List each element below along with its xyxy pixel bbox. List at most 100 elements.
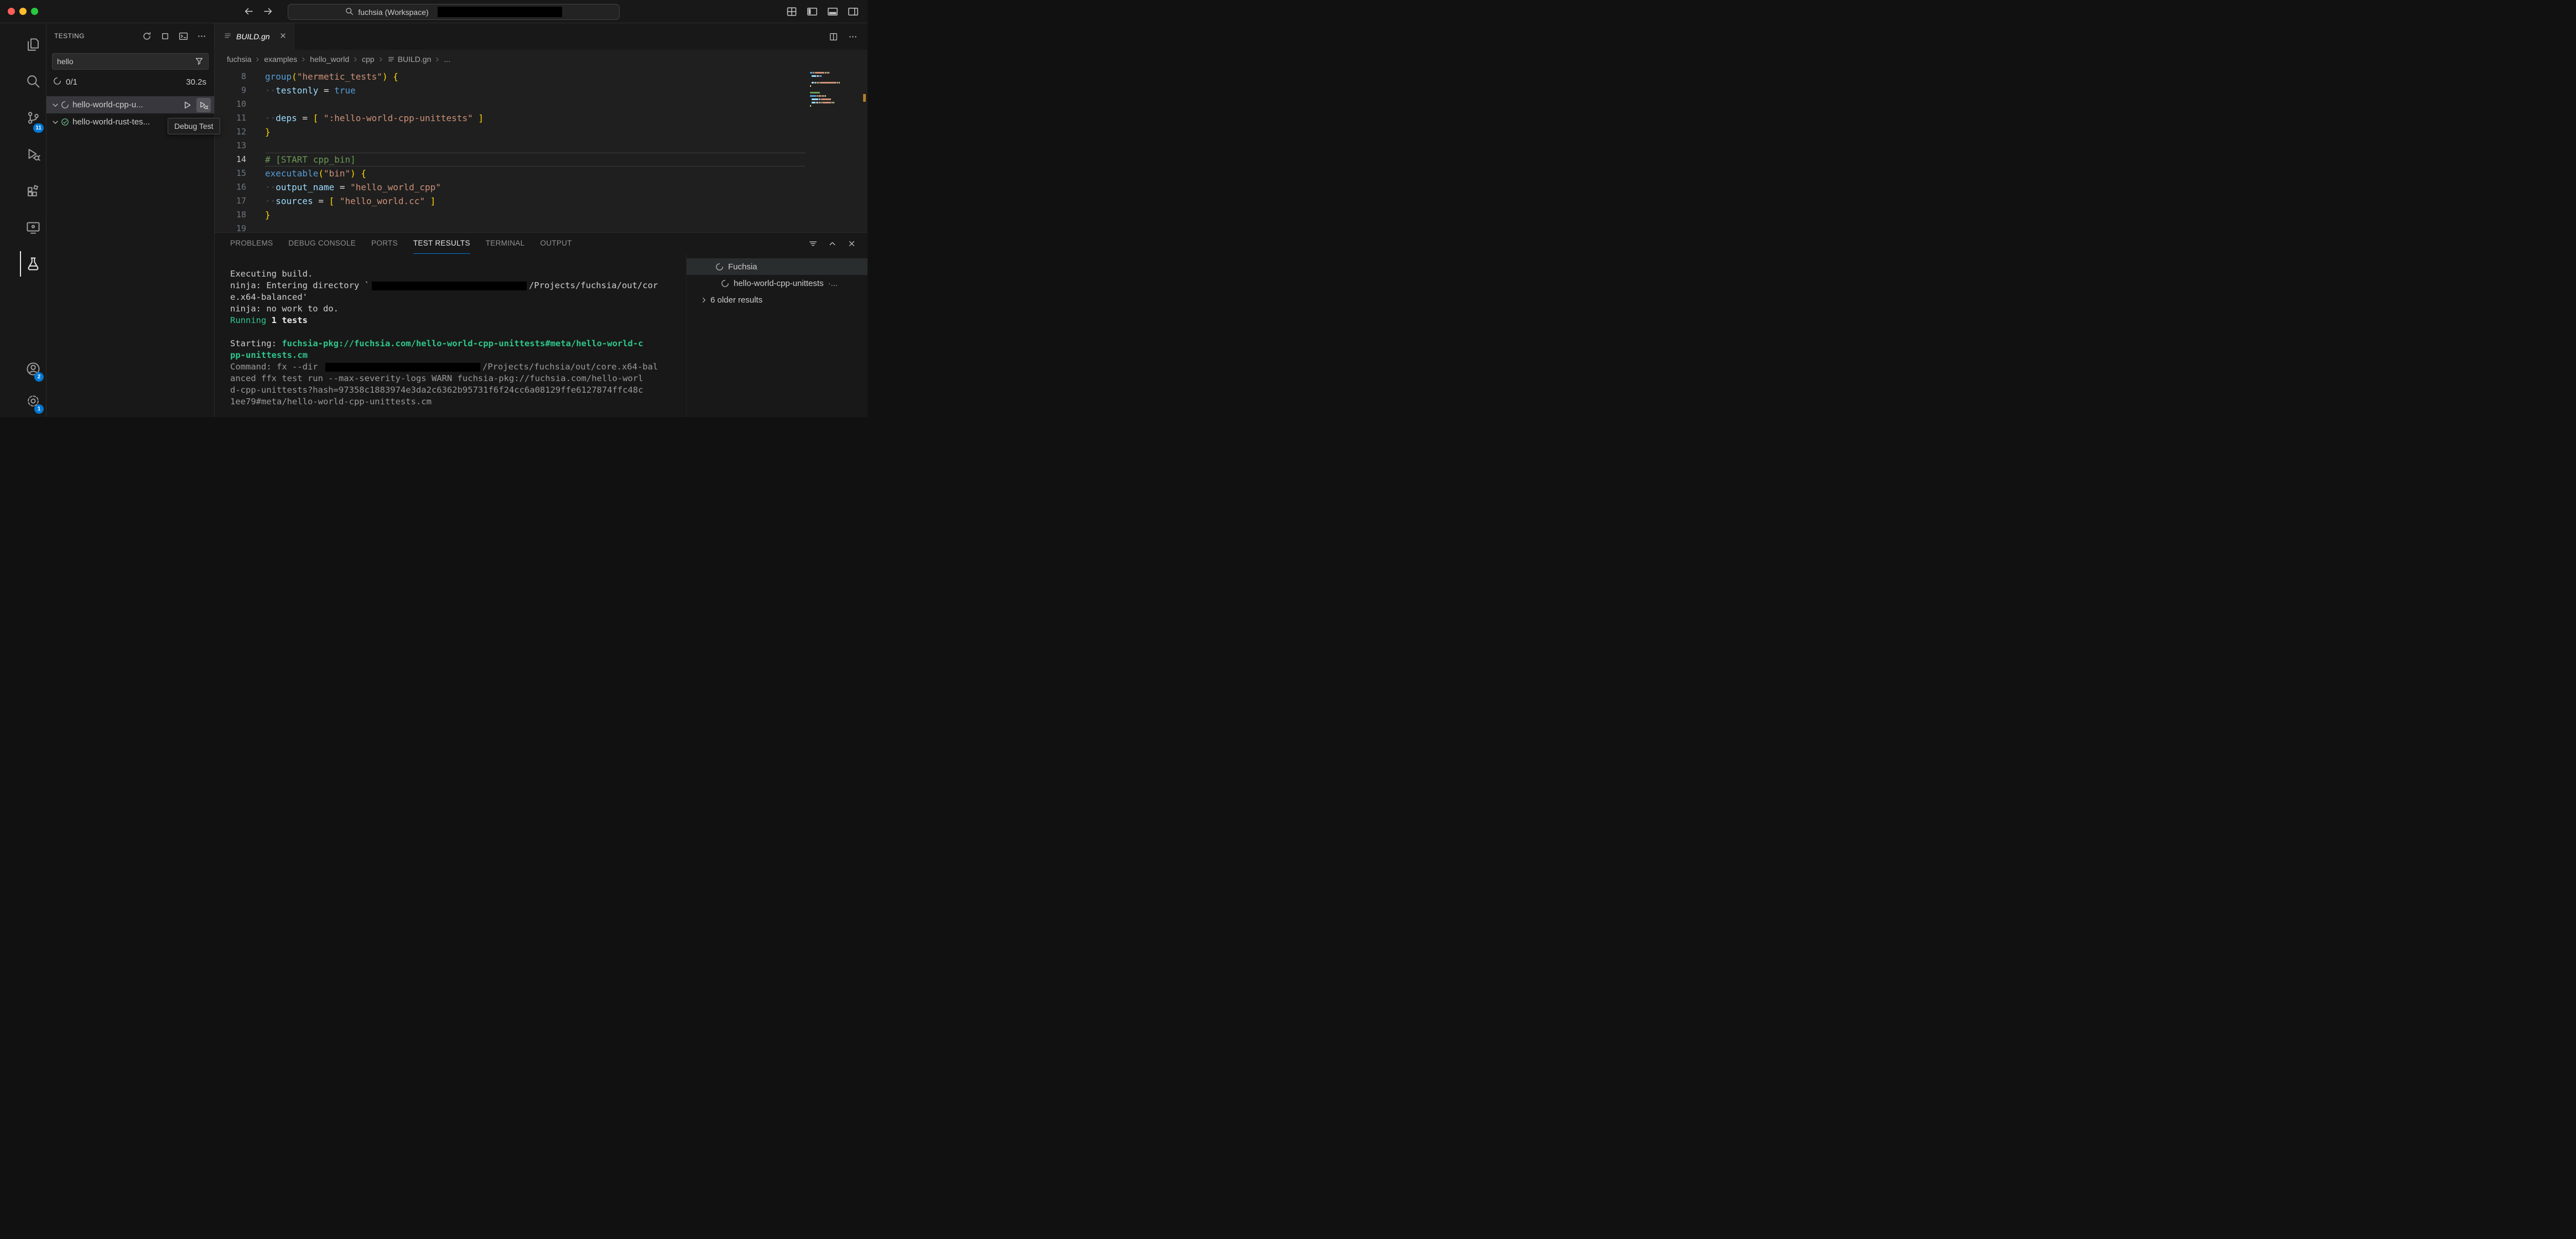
split-editor-button[interactable]: [829, 32, 838, 41]
code-line[interactable]: 14# [START cpp_bin]: [215, 153, 868, 166]
older-results-toggle[interactable]: 6 older results: [687, 291, 868, 308]
test-output[interactable]: Executing build.ninja: Entering director…: [215, 254, 686, 417]
code-text: [265, 97, 806, 111]
result-test-item[interactable]: hello-world-cpp-unittests·...: [687, 275, 868, 291]
code-line[interactable]: 16··output_name = "hello_world_cpp": [215, 180, 868, 194]
debug-test-tooltip: Debug Test: [168, 118, 220, 134]
close-panel-button[interactable]: [847, 239, 856, 248]
breadcrumb-item[interactable]: BUILD.gn: [387, 55, 432, 64]
fullscreen-window-button[interactable]: [31, 8, 38, 15]
chevron-right-icon: [352, 56, 359, 63]
close-tab-button[interactable]: [279, 32, 287, 40]
run-test-button[interactable]: [180, 98, 194, 112]
twisty-button[interactable]: [51, 118, 60, 127]
breadcrumb-item[interactable]: hello_world: [310, 55, 349, 64]
code-editor[interactable]: 8group("hermetic_tests") {9··testonly = …: [215, 69, 868, 232]
files-icon: [26, 38, 40, 52]
test-name: hello-world-cpp-u...: [72, 100, 143, 110]
activity-item-manage[interactable]: 1: [0, 385, 46, 417]
result-run-root[interactable]: Fuchsia: [687, 258, 868, 275]
output-line: anced ffx test run --max-severity-logs W…: [230, 373, 686, 384]
forward-button[interactable]: [263, 6, 273, 17]
breadcrumb-item[interactable]: ...: [444, 55, 450, 64]
maximize-panel-button[interactable]: [828, 239, 837, 248]
panel-tab-problems[interactable]: PROBLEMS: [230, 233, 273, 254]
cancel-test-run-button[interactable]: [160, 32, 170, 41]
debug-test-button[interactable]: [196, 98, 211, 112]
panel-tab-test-results[interactable]: TEST RESULTS: [413, 233, 470, 254]
activity-item-extensions[interactable]: [0, 173, 46, 209]
refresh-tests-button[interactable]: [142, 32, 152, 41]
code-line[interactable]: 19: [215, 222, 868, 232]
output-line: e.x64-balanced': [230, 291, 686, 303]
code-text: ··sources = [ "hello_world.cc" ]: [265, 194, 806, 208]
code-line[interactable]: 13: [215, 139, 868, 153]
stop-square-icon: [160, 32, 170, 41]
refresh-icon: [142, 32, 152, 41]
activity-item-testing[interactable]: [0, 246, 46, 282]
toggle-panel-button[interactable]: [827, 6, 838, 17]
close-window-button[interactable]: [8, 8, 15, 15]
minimize-window-button[interactable]: [19, 8, 27, 15]
twisty-button[interactable]: [51, 101, 60, 110]
output-line: Command: fx --dir /Projects/fuchsia/out/…: [230, 361, 686, 373]
activity-item-explorer[interactable]: [0, 27, 46, 63]
customize-layout-button[interactable]: [786, 6, 797, 17]
pass-icon: [61, 118, 69, 126]
code-line[interactable]: 10: [215, 97, 868, 111]
activity-item-remote-explorer[interactable]: [0, 209, 46, 246]
test-filter-input[interactable]: hello: [52, 53, 209, 70]
activity-item-source-control[interactable]: 11: [0, 100, 46, 136]
activity-item-search[interactable]: [0, 63, 46, 100]
panel-left-icon: [807, 6, 818, 17]
menu-lines-icon: [808, 239, 818, 248]
more-actions-button[interactable]: [197, 32, 206, 41]
activity-item-run-and-debug[interactable]: [0, 136, 46, 173]
breadcrumb-item[interactable]: examples: [264, 55, 297, 64]
activity-item-accounts[interactable]: 2: [0, 353, 46, 385]
output-line: ninja: no work to do.: [230, 303, 686, 315]
split-editor-icon: [829, 32, 838, 41]
code-line[interactable]: 18}: [215, 208, 868, 222]
test-results-tree: Fuchsiahello-world-cpp-unittests·...6 ol…: [686, 254, 868, 417]
code-line[interactable]: 15executable("bin") {: [215, 166, 868, 180]
line-number: 9: [215, 84, 246, 97]
chevron-down-icon: [51, 118, 60, 127]
filter-toggle-button[interactable]: [195, 56, 204, 65]
line-number: 14: [215, 153, 246, 166]
panel-tab-terminal[interactable]: TERMINAL: [486, 233, 525, 254]
output-menu-button[interactable]: [808, 239, 818, 248]
sidebar-header: TESTING: [46, 23, 214, 49]
more-editor-actions-button[interactable]: [848, 32, 858, 41]
back-button[interactable]: [243, 6, 254, 17]
breadcrumb-item[interactable]: fuchsia: [227, 55, 251, 64]
tab-build-gn[interactable]: BUILD.gn: [215, 23, 294, 50]
code-line[interactable]: 11··deps = [ ":hello-world-cpp-unittests…: [215, 111, 868, 125]
panel-tab-ports[interactable]: PORTS: [371, 233, 398, 254]
toggle-secondary-sidebar-button[interactable]: [848, 6, 859, 17]
badge-count: 11: [33, 123, 44, 133]
result-test-label: hello-world-cpp-unittests: [734, 279, 824, 288]
breadcrumb-item[interactable]: cpp: [362, 55, 375, 64]
redacted-text: [325, 363, 480, 372]
command-center-search[interactable]: fuchsia (Workspace): [288, 4, 620, 20]
toggle-primary-sidebar-button[interactable]: [807, 6, 818, 17]
output-line: d-cpp-unittests?hash=97358c1883974e3da2c…: [230, 384, 686, 396]
code-line[interactable]: 8group("hermetic_tests") {: [215, 70, 868, 84]
panel-tab-output[interactable]: OUTPUT: [540, 233, 572, 254]
minimap[interactable]: [810, 72, 859, 112]
chevron-right-icon: [434, 56, 441, 63]
show-test-output-button[interactable]: [179, 32, 188, 41]
titlebar: fuchsia (Workspace): [0, 0, 868, 23]
code-line[interactable]: 17 ··sources = [ "hello_world.cc" ]: [215, 194, 868, 208]
code-line[interactable]: 12}: [215, 125, 868, 139]
test-duration: 30.2s: [186, 77, 206, 87]
window-controls: [8, 8, 38, 15]
code-text: executable("bin") {: [265, 166, 806, 180]
panel-tab-debug-console[interactable]: DEBUG CONSOLE: [288, 233, 356, 254]
code-line[interactable]: 9··testonly = true: [215, 84, 868, 97]
test-tree-item[interactable]: hello-world-cpp-u...: [46, 96, 214, 113]
code-text: group("hermetic_tests") {: [265, 70, 806, 84]
line-number: 17: [215, 194, 246, 208]
show-output-icon: [179, 32, 188, 41]
